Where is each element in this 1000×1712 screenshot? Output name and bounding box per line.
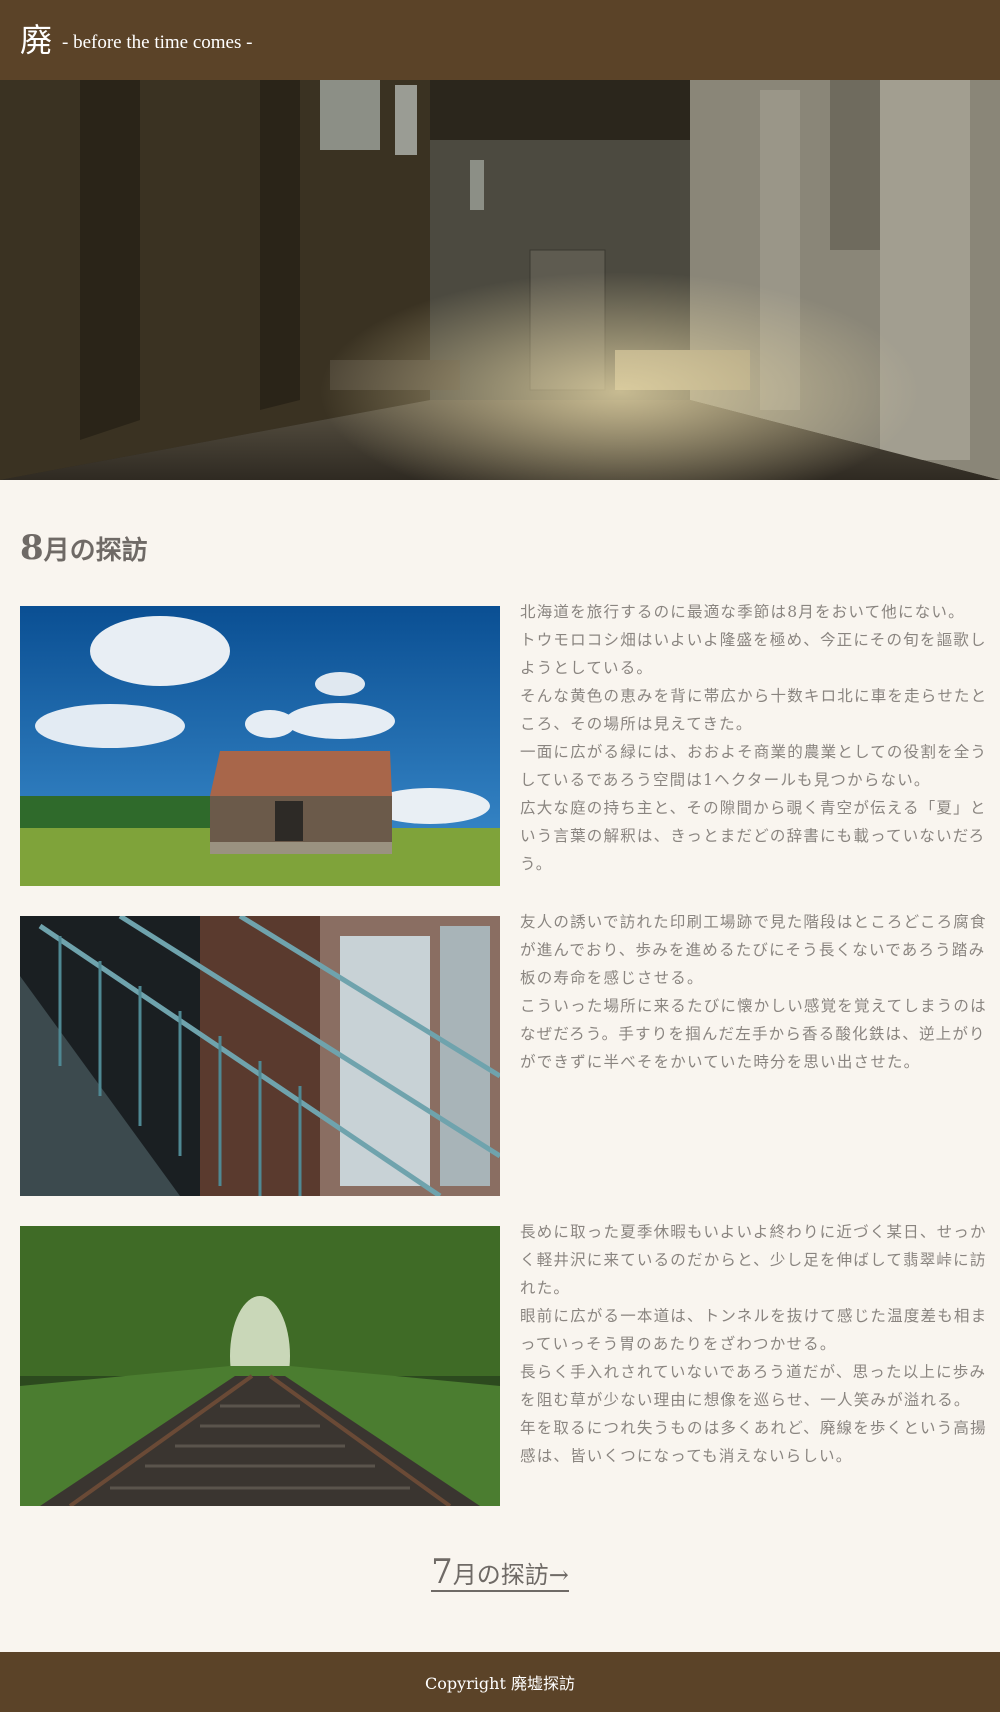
previous-month-number: 7 [431,1552,453,1592]
article-text: 友人の誘いで訪れた印刷工場跡で見た階段はところどころ腐食が進んでおり、歩みを進め… [520,908,990,1076]
factory-interior-illustration [0,80,1000,480]
previous-month-label: 月の探訪→ [452,1561,569,1589]
article-text: 北海道を旅行するのに最適な季節は8月をおいて他にない。 トウモロコシ畑はいよいよ… [520,598,990,878]
article-paragraph: 北海道を旅行するのに最適な季節は8月をおいて他にない。 [520,603,965,621]
article-text: 長めに取った夏季休暇もいよいよ終わりに近づく某日、せっかく軽井沢に来ているのだか… [520,1218,990,1470]
article-paragraph: トウモロコシ畑はいよいよ隆盛を極め、今正にその旬を謳歌しようとしている。 [520,631,987,677]
barn-photo [20,606,500,886]
railway-photo [20,1226,500,1506]
previous-month-link[interactable]: 7月の探訪→ [431,1552,569,1592]
article-paragraph: こういった場所に来るたびに懐かしい感覚を覚えてしまうのはなぜだろう。手すりを掴ん… [520,997,987,1071]
staircase-illustration [20,916,500,1196]
site-subtitle: - before the time comes - [62,32,253,53]
site-footer: Copyright 廃墟探訪 [0,1652,1000,1712]
article-paragraph: 友人の誘いで訪れた印刷工場跡で見た階段はところどころ腐食が進んでおり、歩みを進め… [520,913,987,987]
section-month-number: 8 [20,528,44,568]
site-header: 廃 - before the time comes - [0,0,1000,80]
copyright-text: Copyright 廃墟探訪 [425,1674,575,1693]
article-paragraph: 眼前に広がる一本道は、トンネルを抜けて感じた温度差も相まっていっそう胃のあたりを… [520,1307,988,1353]
section-title: 8月の探訪 [20,528,148,568]
staircase-photo [20,916,500,1196]
article-paragraph: 長めに取った夏季休暇もいよいよ終わりに近づく某日、せっかく軽井沢に来ているのだか… [520,1223,987,1297]
pager: 7月の探訪→ [0,1552,1000,1592]
article-paragraph: 年を取るにつれ失うものは多くあれど、廃線を歩くという高揚感は、皆いくつになっても… [520,1419,987,1465]
article-paragraph: そんな黄色の恵みを背に帯広から十数キロ北に車を走らせたところ、その場所は見えてき… [520,687,988,733]
section-month-label: 月の探訪 [43,536,148,566]
site-logo[interactable]: 廃 [20,24,52,56]
article-paragraph: 広大な庭の持ち主と、その隙間から覗く青空が伝える「夏」という言葉の解釈は、きっと… [520,799,987,873]
article-paragraph: 一面に広がる緑には、おおよそ商業的農業としての役割を全うしているであろう空間は1… [520,743,988,789]
article-paragraph: 長らく手入れされていないであろう道だが、思った以上に歩みを阻む草が少ない理由に想… [520,1363,987,1409]
hero-image [0,80,1000,480]
railway-illustration [20,1226,500,1506]
barn-illustration [20,606,500,886]
